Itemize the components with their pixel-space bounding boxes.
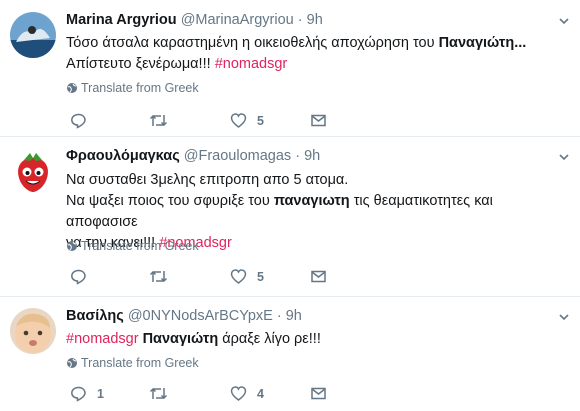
retweet-icon — [149, 114, 168, 127]
tweet-text-line: Τόσο άτσαλα καραστημένη η οικειοθελής απ… — [66, 33, 566, 54]
reply-icon — [71, 269, 86, 285]
tweet-3[interactable]: Βασίλης @0NYNodsArBCYpxE · 9h #nomadsgr … — [0, 297, 580, 411]
avatar-image — [10, 148, 56, 194]
hashtag-link[interactable]: #nomadsgr — [66, 331, 139, 347]
author-name[interactable]: Φραουλόμαγκας — [66, 148, 180, 164]
direct-message-button[interactable] — [310, 112, 327, 129]
text-fragment: άραξε λίγο ρε!!! — [218, 331, 321, 347]
reply-icon — [71, 113, 86, 129]
tweet-actions: 1 4 — [70, 385, 330, 405]
retweet-icon — [149, 270, 168, 283]
author-handle[interactable]: @MarinaArgyriou — [181, 12, 294, 28]
reply-icon — [71, 386, 86, 402]
tweet-text-line: Απίστευτο ξενέρωμα!!! #nomadsgr — [66, 54, 566, 75]
tweet-text: #nomadsgr Παναγιώτη άραξε λίγο ρε!!! — [66, 329, 566, 350]
reply-button[interactable] — [70, 268, 97, 285]
separator-dot: · — [276, 308, 282, 324]
retweet-button[interactable] — [149, 268, 178, 285]
reply-button[interactable]: 1 — [70, 385, 104, 402]
translate-link[interactable]: Translate from Greek — [66, 81, 199, 95]
separator-dot: · — [297, 12, 303, 28]
text-fragment: Τόσο άτσαλα καραστημένη η οικειοθελής απ… — [66, 35, 439, 51]
message-icon — [311, 114, 326, 127]
tweet-timestamp[interactable]: 9h — [286, 308, 302, 324]
chevron-down-icon[interactable] — [557, 150, 571, 164]
like-button[interactable]: 4 — [230, 385, 264, 402]
separator-dot: · — [295, 148, 301, 164]
globe-icon — [67, 83, 77, 93]
author-handle[interactable]: @Fraoulomagas — [184, 148, 291, 164]
tweet-header: Φραουλόμαγκας @Fraoulomagas · 9h — [66, 148, 320, 164]
hashtag-link[interactable]: #nomadsgr — [215, 56, 288, 72]
author-name[interactable]: Marina Argyriou — [66, 12, 177, 28]
tweet-1[interactable]: Marina Argyriou @MarinaArgyriou · 9h Τόσ… — [0, 0, 580, 135]
avatar-image — [10, 12, 56, 58]
bold-word: Παναγιώτη — [438, 35, 515, 51]
text-fragment: Απίστευτο ξενέρωμα!!! — [66, 56, 215, 72]
reply-button[interactable] — [70, 112, 97, 129]
text-fragment: Να ψαξει ποιος του σφυριξε του — [66, 193, 274, 209]
tweet-text: Τόσο άτσαλα καραστημένη η οικειοθελής απ… — [66, 33, 566, 75]
text-fragment: Να συσταθει 3μελης επιτροπη απο 5 ατομα. — [66, 172, 349, 188]
like-icon — [230, 113, 247, 128]
author-name[interactable]: Βασίλης — [66, 308, 124, 324]
reply-count: 1 — [97, 386, 104, 401]
retweet-icon — [149, 387, 168, 400]
avatar[interactable] — [10, 12, 56, 58]
avatar-image — [10, 308, 56, 354]
tweet-timestamp[interactable]: 9h — [304, 148, 320, 164]
message-icon — [311, 387, 326, 400]
like-icon — [230, 386, 247, 401]
direct-message-button[interactable] — [310, 385, 327, 402]
bold-word: Παναγιώτη — [142, 331, 219, 347]
tweet-header: Marina Argyriou @MarinaArgyriou · 9h — [66, 12, 323, 28]
tweet-actions: 5 — [70, 268, 330, 288]
tweet-actions: 5 — [70, 112, 330, 132]
globe-icon — [67, 358, 77, 368]
like-count: 5 — [257, 269, 264, 284]
tweet-text-line: Να συσταθει 3μελης επιτροπη απο 5 ατομα. — [66, 170, 566, 191]
message-icon — [311, 270, 326, 283]
like-button[interactable]: 5 — [230, 268, 264, 285]
translate-label: Translate from Greek — [81, 356, 199, 370]
tweet-text-line: Να ψαξει ποιος του σφυριξε του παναγιωτη… — [66, 191, 566, 233]
tweet-timestamp[interactable]: 9h — [307, 12, 323, 28]
translate-link[interactable]: Translate from Greek — [66, 356, 199, 370]
like-count: 4 — [257, 386, 264, 401]
translate-label: Translate from Greek — [81, 239, 199, 253]
direct-message-button[interactable] — [310, 268, 327, 285]
avatar[interactable] — [10, 148, 56, 194]
translate-link[interactable]: Translate from Greek — [66, 239, 199, 253]
chevron-down-icon[interactable] — [557, 310, 571, 324]
tweet-header: Βασίλης @0NYNodsArBCYpxE · 9h — [66, 308, 302, 324]
author-handle[interactable]: @0NYNodsArBCYpxE — [128, 308, 273, 324]
avatar[interactable] — [10, 308, 56, 354]
retweet-button[interactable] — [149, 112, 178, 129]
retweet-button[interactable] — [149, 385, 178, 402]
chevron-down-icon[interactable] — [557, 14, 571, 28]
like-button[interactable]: 5 — [230, 112, 264, 129]
globe-icon — [67, 241, 77, 251]
ellipsis: ... — [514, 35, 527, 51]
tweet-2[interactable]: Φραουλόμαγκας @Fraoulomagas · 9h Να συστ… — [0, 137, 580, 295]
bold-word: παναγιωτη — [273, 193, 350, 209]
like-count: 5 — [257, 113, 264, 128]
tweet-text-line: #nomadsgr Παναγιώτη άραξε λίγο ρε!!! — [66, 329, 566, 350]
like-icon — [230, 269, 247, 284]
translate-label: Translate from Greek — [81, 81, 199, 95]
